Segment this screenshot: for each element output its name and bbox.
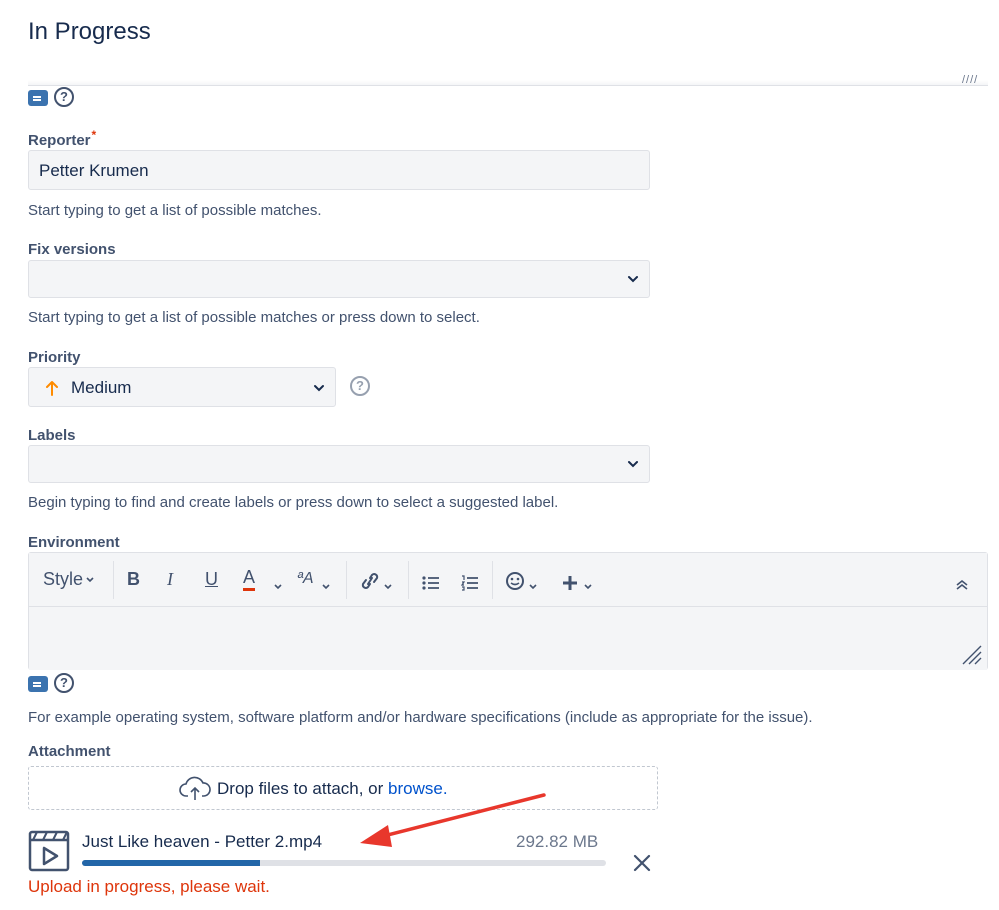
toolbar-divider — [346, 561, 347, 599]
chevron-down-icon — [628, 461, 638, 468]
bullet-list-icon[interactable] — [422, 571, 440, 595]
reporter-label: Reporter* — [28, 128, 96, 149]
emoji-icon[interactable] — [505, 569, 525, 593]
required-marker: * — [91, 128, 97, 142]
toolbar-divider — [408, 561, 409, 599]
toolbar-divider — [113, 561, 114, 599]
textarea-bottom-edge — [28, 80, 988, 86]
text-size-chevron-icon[interactable] — [321, 575, 331, 599]
reporter-label-text: Reporter — [28, 132, 91, 149]
reporter-input[interactable]: Petter Krumen — [28, 150, 650, 190]
environment-textarea[interactable] — [29, 608, 987, 670]
resize-handle[interactable]: //// — [962, 74, 978, 86]
resize-grip-icon[interactable] — [961, 644, 983, 666]
reporter-value: Petter Krumen — [39, 161, 149, 180]
environment-editor: Style B I U A ªA — [28, 552, 988, 670]
close-icon[interactable] — [632, 853, 652, 873]
environment-label: Environment — [28, 534, 120, 551]
bold-button[interactable]: B — [127, 567, 140, 591]
text-color-button[interactable]: A — [243, 567, 256, 591]
italic-button[interactable]: I — [167, 567, 173, 591]
video-file-icon — [28, 830, 70, 872]
underline-button[interactable]: U — [205, 567, 218, 591]
chevron-down-icon — [86, 577, 94, 583]
priority-select[interactable]: Medium — [28, 367, 336, 407]
style-dropdown[interactable]: Style — [43, 567, 95, 591]
upload-progress-bar — [82, 860, 606, 866]
labels-select[interactable] — [28, 445, 650, 483]
labels-label: Labels — [28, 427, 76, 444]
environment-hint: For example operating system, software p… — [28, 709, 813, 726]
wiki-markup-icon[interactable] — [28, 90, 48, 106]
fix-versions-label: Fix versions — [28, 241, 116, 258]
file-name: Just Like heaven - Petter 2.mp4 — [82, 832, 323, 851]
upload-status-message: Upload in progress, please wait. — [28, 877, 270, 896]
page-title: In Progress — [28, 18, 151, 45]
fix-versions-select[interactable] — [28, 260, 650, 298]
upload-progress-fill — [82, 860, 261, 866]
link-icon[interactable] — [359, 569, 381, 593]
attachment-label: Attachment — [28, 743, 111, 760]
reporter-hint: Start typing to get a list of possible m… — [28, 202, 322, 219]
insert-chevron-icon[interactable] — [583, 575, 593, 599]
priority-value: Medium — [71, 378, 132, 397]
text-size-button[interactable]: ªA — [297, 567, 314, 591]
toolbar-divider — [492, 561, 493, 599]
attachment-dropzone[interactable]: Drop files to attach, or browse. — [28, 766, 658, 810]
help-icon[interactable]: ? — [54, 673, 74, 693]
annotation-arrow — [360, 793, 546, 847]
priority-help-icon[interactable]: ? — [350, 376, 370, 396]
help-icon[interactable]: ? — [54, 87, 74, 107]
chevron-down-icon — [628, 276, 638, 283]
priority-label: Priority — [28, 349, 81, 366]
cloud-upload-icon — [179, 776, 211, 800]
collapse-toolbar-icon[interactable] — [955, 573, 969, 597]
numbered-list-icon[interactable] — [461, 571, 479, 595]
style-dropdown-label: Style — [43, 569, 84, 589]
emoji-chevron-icon[interactable] — [528, 575, 538, 599]
editor-toolbar: Style B I U A ªA — [29, 553, 987, 607]
link-chevron-icon[interactable] — [383, 575, 393, 599]
labels-hint: Begin typing to find and create labels o… — [28, 494, 559, 511]
plus-icon[interactable] — [562, 571, 578, 595]
fix-versions-hint: Start typing to get a list of possible m… — [28, 309, 480, 326]
chevron-down-icon — [314, 385, 324, 392]
text-color-chevron-icon[interactable] — [273, 575, 283, 599]
arrow-up-icon — [46, 381, 58, 396]
wiki-markup-icon[interactable] — [28, 676, 48, 692]
